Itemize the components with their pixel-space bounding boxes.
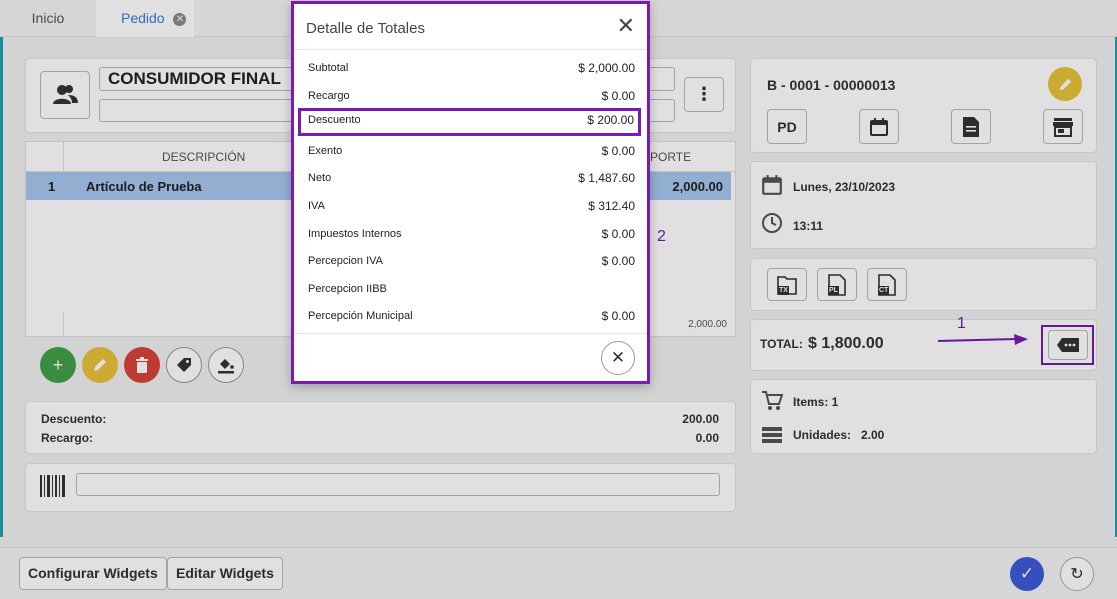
row-label: Impuestos Internos [308, 228, 402, 240]
dialog-footer: ✕ [294, 333, 647, 381]
row-value: $ 1,487.60 [578, 171, 635, 185]
row-label: Neto [308, 172, 332, 184]
totals-detail-dialog: Detalle de Totales ✕ Subtotal $ 2,000.00… [291, 1, 650, 384]
row-label: Exento [308, 145, 343, 157]
detail-row-percepcion-iibb: Percepcion IIBB [294, 277, 647, 301]
row-value: $ 200.00 [587, 113, 634, 127]
row-label: Recargo [308, 90, 350, 102]
detail-row-impuestos-internos: Impuestos Internos $ 0.00 [294, 222, 647, 246]
dialog-title: Detalle de Totales [306, 20, 425, 37]
detail-row-exento: Exento $ 0.00 [294, 139, 647, 163]
row-label: Percepcion IVA [308, 255, 384, 267]
detail-row-iva: IVA $ 312.40 [294, 194, 647, 218]
row-value: $ 0.00 [601, 227, 635, 241]
dialog-header: Detalle de Totales ✕ [294, 4, 647, 50]
detail-row-recargo: Recargo $ 0.00 [294, 84, 647, 108]
row-value: $ 0.00 [601, 309, 635, 323]
row-value: $ 2,000.00 [578, 61, 635, 75]
row-value: $ 312.40 [588, 199, 635, 213]
row-value: $ 0.00 [601, 254, 635, 268]
row-value: $ 0.00 [601, 89, 635, 103]
row-label: Descuento [308, 114, 361, 126]
detail-row-descuento: Descuento $ 200.00 [298, 108, 641, 136]
close-icon[interactable]: ✕ [617, 15, 635, 37]
row-label: IVA [308, 200, 325, 212]
detail-row-subtotal: Subtotal $ 2,000.00 [294, 56, 647, 80]
detail-row-percepcion-iva: Percepcion IVA $ 0.00 [294, 249, 647, 273]
close-icon: ✕ [610, 348, 626, 367]
row-label: Percepcion IIBB [308, 283, 387, 295]
row-label: Subtotal [308, 62, 349, 74]
row-label: Percepción Municipal [308, 310, 413, 322]
close-dialog-button[interactable]: ✕ [601, 341, 635, 375]
row-value: $ 0.00 [601, 144, 635, 158]
detail-row-percepcion-municipal: Percepción Municipal $ 0.00 [294, 304, 647, 328]
detail-row-neto: Neto $ 1,487.60 [294, 166, 647, 190]
